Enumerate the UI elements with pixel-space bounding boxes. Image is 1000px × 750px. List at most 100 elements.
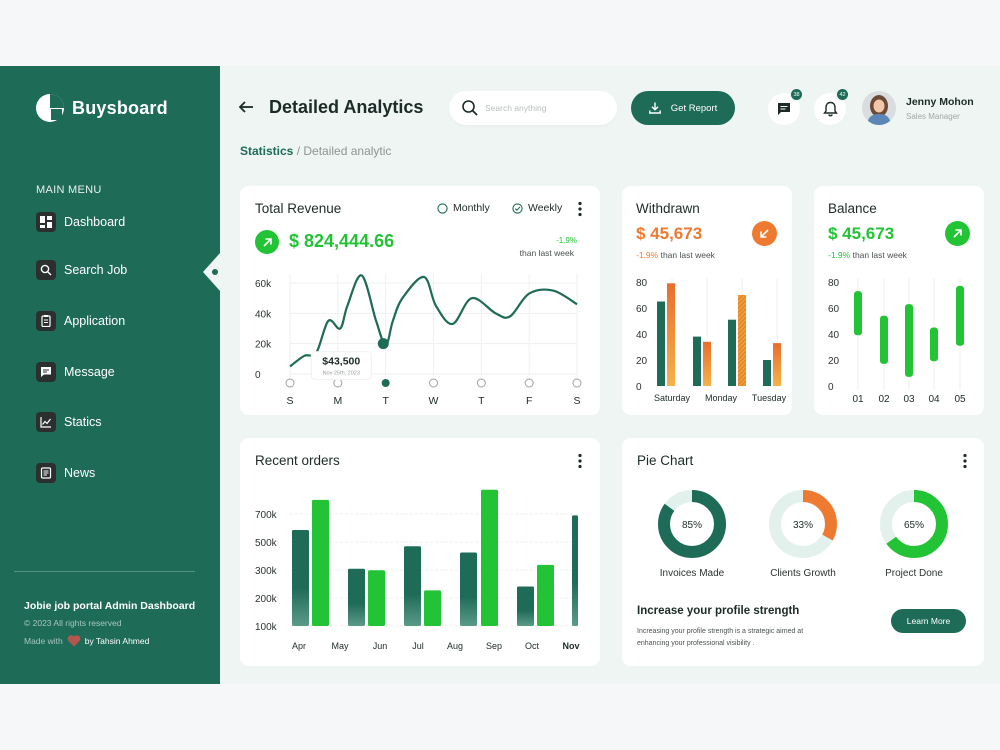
x-dot bbox=[572, 378, 582, 388]
learn-more-label: Learn More bbox=[906, 616, 951, 626]
y-tick-label: 500k bbox=[255, 538, 278, 549]
x-tick-label: Jul bbox=[412, 641, 424, 651]
donut-label: Clients Growth bbox=[770, 568, 836, 579]
revenue-tooltip: $43,500 Nov 25th, 2023 bbox=[310, 351, 372, 381]
sidebar: Buysboard MAIN MENU Dashboard Search Job… bbox=[0, 66, 220, 684]
range-bar bbox=[905, 304, 913, 377]
x-dot bbox=[524, 378, 534, 388]
nav-label-application: Application bbox=[64, 314, 126, 328]
y-tick-label: 40 bbox=[828, 330, 840, 341]
app-frame: Buysboard MAIN MENU Dashboard Search Job… bbox=[0, 66, 1000, 684]
order-bar bbox=[517, 586, 534, 626]
y-tick-label: 20 bbox=[828, 356, 840, 367]
brand[interactable]: Buysboard bbox=[36, 94, 168, 122]
nav-item-dashboard[interactable]: Dashboard bbox=[36, 212, 125, 232]
promo-text-line-1: Increasing your profile strength is a st… bbox=[637, 628, 804, 635]
y-tick-label: 60 bbox=[636, 304, 648, 315]
get-report-label: Get Report bbox=[670, 102, 718, 114]
back-arrow-icon[interactable] bbox=[237, 98, 255, 116]
y-tick-label: 200k bbox=[255, 594, 278, 605]
breadcrumb-current[interactable]: Statistics bbox=[240, 144, 293, 158]
learn-more-button[interactable]: Learn More bbox=[891, 609, 966, 633]
x-tick-label: F bbox=[526, 395, 532, 407]
clipboard-icon bbox=[36, 311, 56, 331]
bar-series-2 bbox=[703, 341, 711, 386]
balance-card: Balance $ 45,673 -1.9% than last week 80… bbox=[814, 186, 984, 415]
brand-logo-icon bbox=[36, 94, 64, 122]
order-bar bbox=[404, 546, 421, 626]
y-tick-label: 60k bbox=[255, 279, 272, 290]
nav-item-message[interactable]: Message bbox=[36, 362, 115, 382]
message-icon bbox=[36, 362, 56, 382]
order-bar bbox=[460, 552, 477, 626]
y-tick-label: 40 bbox=[636, 330, 648, 341]
x-tick-label: 05 bbox=[954, 394, 966, 405]
nav-item-application[interactable]: Application bbox=[36, 311, 125, 331]
total-revenue-card: Total Revenue Monthly Weekly $ 824,444.6… bbox=[240, 186, 600, 415]
messages-button[interactable]: 38 bbox=[768, 88, 803, 125]
nav-label-message: Message bbox=[64, 365, 115, 379]
donut-label: Project Done bbox=[885, 568, 943, 579]
orders-bar-chart: 700k 500k 300k 200k 100k Apr May Jun Jul Aug Sep O… bbox=[255, 489, 580, 651]
chat-icon bbox=[778, 103, 790, 115]
x-tick-label: T bbox=[478, 395, 485, 407]
order-bar bbox=[572, 515, 578, 626]
range-bar bbox=[880, 315, 888, 364]
avatar[interactable] bbox=[862, 91, 896, 125]
search-icon bbox=[36, 260, 56, 280]
order-bar bbox=[537, 564, 554, 626]
revenue-highlight-point bbox=[377, 338, 389, 350]
nav-label-dashboard: Dashboard bbox=[64, 215, 126, 229]
bar-series-2 bbox=[667, 283, 675, 386]
chart-icon bbox=[36, 412, 56, 432]
brand-name: Buysboard bbox=[72, 97, 168, 118]
y-tick-label: 0 bbox=[255, 370, 261, 381]
sidebar-active-dot bbox=[212, 269, 218, 275]
x-tick-label: Jun bbox=[373, 641, 388, 651]
x-tick-label: Monday bbox=[705, 393, 738, 403]
page-title: Detailed Analytics bbox=[269, 97, 424, 117]
y-tick-label: 0 bbox=[828, 382, 834, 393]
user-role: Sales Manager bbox=[906, 112, 960, 121]
y-tick-label: 700k bbox=[255, 510, 278, 521]
y-tick-label: 80 bbox=[636, 278, 648, 289]
main-menu-title: MAIN MENU bbox=[36, 184, 102, 196]
bar-series-1 bbox=[728, 319, 736, 386]
notifications-badge: 42 bbox=[836, 88, 849, 101]
nav-item-statics[interactable]: Statics bbox=[36, 412, 102, 432]
order-bar bbox=[424, 590, 441, 626]
x-tick-label: 04 bbox=[928, 394, 940, 405]
search-input[interactable] bbox=[485, 103, 595, 113]
footer-made-suffix: by Tahsin Ahmed bbox=[84, 635, 150, 646]
bar-series-1 bbox=[763, 360, 771, 386]
search-bar[interactable] bbox=[449, 91, 617, 125]
y-tick-label: 20k bbox=[255, 340, 272, 351]
x-tick-label: Tuesday bbox=[752, 393, 787, 403]
nav-item-search-job[interactable]: Search Job bbox=[36, 260, 127, 280]
breadcrumb-separator: / bbox=[293, 144, 304, 158]
order-bar bbox=[481, 489, 498, 626]
news-icon bbox=[36, 463, 56, 483]
withdrawn-card: Withdrawn $ 45,673 -1.9% than last week … bbox=[622, 186, 792, 415]
footer-title: Jobie job portal Admin Dashboard bbox=[24, 600, 196, 612]
x-tick-label: Oct bbox=[525, 641, 540, 651]
messages-badge: 38 bbox=[790, 88, 803, 101]
dashboard-icon bbox=[36, 212, 56, 232]
order-bar bbox=[368, 570, 385, 626]
range-bar bbox=[854, 291, 862, 336]
heart-icon bbox=[67, 635, 81, 647]
x-dot bbox=[429, 378, 438, 388]
notifications-button[interactable]: 42 bbox=[814, 88, 849, 125]
donut-1: 85% Invoices Made bbox=[658, 490, 726, 579]
footer-made-prefix: Made with bbox=[24, 635, 63, 646]
x-tick-label: W bbox=[429, 395, 439, 407]
withdrawn-bar-chart: 80 60 40 20 0 Saturday Monday Tuesday bbox=[636, 278, 787, 403]
breadcrumb: Statistics / Detailed analytic bbox=[240, 144, 391, 158]
range-bar bbox=[956, 285, 964, 346]
x-dot bbox=[333, 378, 343, 388]
nav-item-news[interactable]: News bbox=[36, 463, 95, 483]
x-tick-label: S bbox=[573, 395, 580, 407]
bell-icon bbox=[822, 101, 838, 117]
x-tick-label: T bbox=[382, 395, 389, 407]
get-report-button[interactable]: Get Report bbox=[631, 91, 735, 125]
